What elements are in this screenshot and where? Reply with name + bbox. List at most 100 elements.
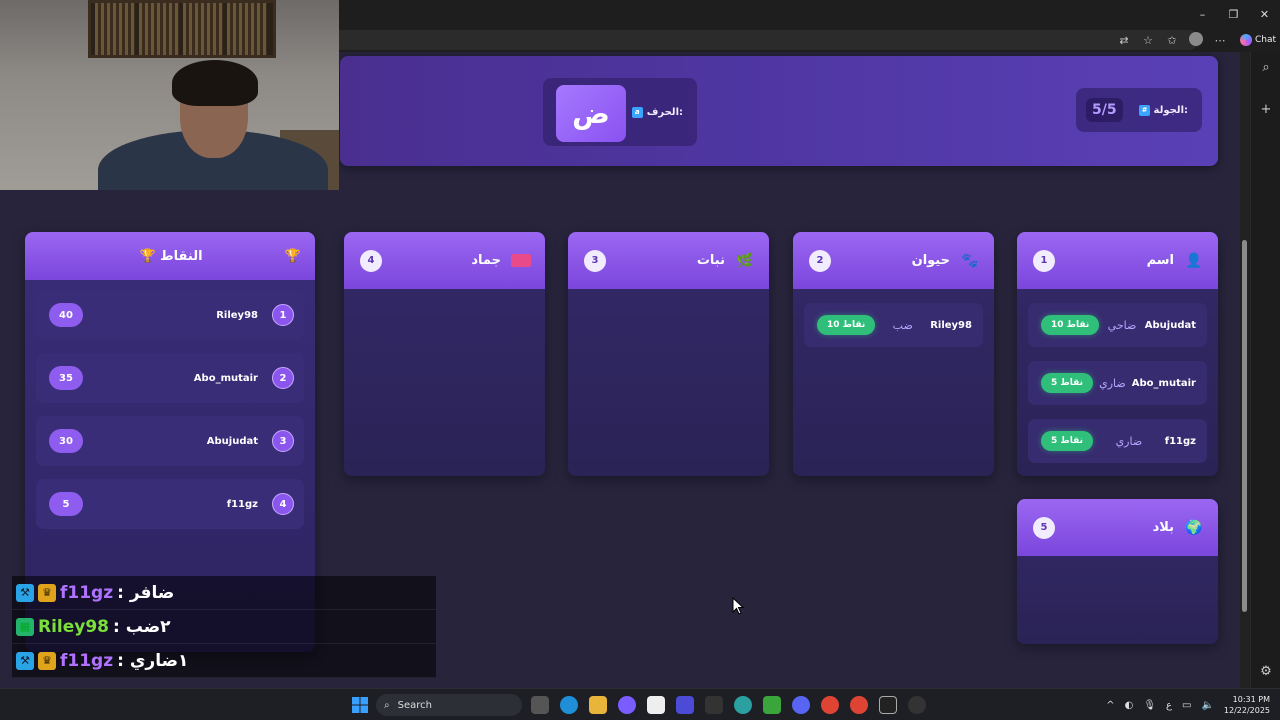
chat-username: Riley98: [38, 616, 110, 637]
clock-date: 12/22/2025: [1223, 706, 1270, 715]
player-name: f11gz: [226, 498, 258, 510]
scrollbar-thumb[interactable]: [1242, 240, 1247, 612]
chat-message: ▦ Riley98 : ٢ضب: [12, 610, 436, 644]
category-number: 4: [360, 249, 382, 272]
points-badge: 10 نقاط: [1041, 315, 1100, 335]
plant-icon: 🌿: [736, 252, 754, 269]
address-bar-icons: ⇄ ☆ ✩ ⋯: [1116, 32, 1228, 49]
player-name: Abujudat: [206, 435, 258, 447]
letter-box: ض a الحرف:: [543, 78, 697, 146]
player-rank: 4: [272, 493, 294, 515]
task-view-icon[interactable]: [531, 696, 549, 714]
category-header: 5 بلاد 🌍: [1017, 499, 1218, 556]
leaderboard-header: 🏆 النقاط 🏆: [25, 232, 315, 280]
category-number: 2: [809, 249, 831, 272]
add-icon[interactable]: +: [1251, 102, 1280, 117]
taskbar-search[interactable]: ⌕ Search: [376, 694, 522, 716]
language-indicator[interactable]: ع: [1166, 700, 1172, 711]
network-icon[interactable]: ▭: [1182, 700, 1191, 711]
answer-word: ضب: [892, 318, 913, 332]
category-number: 1: [1033, 249, 1055, 272]
chat-label: Chat: [1254, 35, 1276, 45]
chat-text: : ٢ضب: [113, 616, 171, 637]
stream-chat-overlay: ⚒ ♛ f11gz : ضافر ▦ Riley98 : ٢ضب ⚒ ♛ f11…: [12, 576, 436, 678]
copilot-app-icon[interactable]: [618, 696, 636, 714]
category-title: حيوان: [911, 253, 950, 268]
letter-label-text: الحرف:: [646, 106, 683, 118]
tray-app-icon[interactable]: ◐: [1125, 700, 1134, 711]
search-icon[interactable]: ⌕: [1251, 60, 1280, 75]
maximize-button[interactable]: ❐: [1218, 0, 1249, 28]
trophy-icon: 🏆: [284, 248, 301, 264]
star-icon[interactable]: ☆: [1140, 34, 1156, 47]
category-title: نبات: [696, 253, 725, 268]
clock-time: 10:31 PM: [1232, 695, 1270, 704]
obs-icon[interactable]: [908, 696, 926, 714]
points-badge: 5 نقاط: [1041, 431, 1093, 451]
close-button[interactable]: ✕: [1249, 0, 1280, 28]
browser-sidebar: ⌕ + ⚙: [1250, 52, 1280, 688]
leaderboard-row: 30 Abujudat 3: [36, 416, 304, 466]
round-banner: ض a الحرف: 5/5 # الجولة:: [340, 56, 1218, 166]
letter-label: a الحرف:: [631, 106, 683, 118]
favorites-icon[interactable]: ✩: [1164, 34, 1180, 47]
leaderboard-row: 5 f11gz 4: [36, 479, 304, 529]
points-badge: 5 نقاط: [1041, 373, 1093, 393]
gear-icon[interactable]: ⚙: [1251, 664, 1280, 679]
answer-word: ضاري: [1099, 376, 1126, 390]
minimize-button[interactable]: –: [1187, 0, 1218, 28]
leaderboard-row: 40 Riley98 1: [36, 290, 304, 340]
player-rank: 3: [272, 430, 294, 452]
translate-icon[interactable]: ⇄: [1116, 34, 1132, 47]
clock[interactable]: 10:31 PM 12/22/2025: [1224, 694, 1270, 716]
answer-player: Abo_mutair: [1131, 377, 1196, 389]
category-card-animal: 2 حيوان 🐾 10 نقاط ضب Riley98: [793, 232, 994, 476]
answer-player: Abujudat: [1144, 319, 1196, 331]
store-icon[interactable]: [647, 696, 665, 714]
player-score: 5: [49, 492, 83, 516]
round-label-text: الجولة:: [1153, 104, 1188, 116]
paw-icon: 🐾: [961, 252, 979, 269]
windows-start-icon[interactable]: [351, 696, 369, 714]
edge-icon[interactable]: [560, 696, 578, 714]
file-explorer-icon[interactable]: [589, 696, 607, 714]
copilot-chat-button[interactable]: Chat: [1239, 31, 1276, 49]
leaderboard-row: 35 Abo_mutair 2: [36, 353, 304, 403]
profile-icon[interactable]: [1188, 32, 1204, 49]
page-scrollbar[interactable]: [1240, 52, 1250, 688]
answer-row: 5 نقاط ضاري Abo_mutair: [1028, 361, 1207, 405]
microphone-icon[interactable]: 🎙: [1143, 700, 1156, 711]
category-title: جماد: [471, 253, 501, 268]
webcam-person-hair: [172, 60, 258, 106]
chat-text: : ١ضاري: [117, 650, 189, 671]
more-icon[interactable]: ⋯: [1212, 34, 1228, 47]
discord-icon[interactable]: [792, 696, 810, 714]
chevron-up-icon[interactable]: ^: [1106, 700, 1114, 711]
volume-icon[interactable]: 🔈: [1201, 700, 1213, 711]
app-icon[interactable]: [734, 696, 752, 714]
number-icon: #: [1138, 104, 1150, 116]
webcam-overlay: [0, 0, 339, 190]
chat-message: ⚒ ♛ f11gz : ضافر: [12, 576, 436, 610]
category-header: 2 حيوان 🐾: [793, 232, 994, 289]
answer-word: ضاحي: [1107, 318, 1137, 332]
category-card-country: 5 بلاد 🌍: [1017, 499, 1218, 644]
app-icon[interactable]: [879, 696, 897, 714]
category-number: 3: [584, 249, 606, 272]
category-title: اسم: [1146, 253, 1174, 268]
answer-row: 5 نقاط ضاري f11gz: [1028, 419, 1207, 463]
player-score: 30: [49, 429, 83, 453]
chrome-icon[interactable]: [850, 696, 868, 714]
address-field[interactable]: [339, 30, 1199, 50]
app-icon[interactable]: [705, 696, 723, 714]
app-icon[interactable]: [676, 696, 694, 714]
chat-username: f11gz: [60, 650, 114, 671]
player-score: 35: [49, 366, 83, 390]
player-name: Riley98: [216, 309, 258, 321]
search-icon: ⌕: [384, 699, 390, 711]
minecraft-icon[interactable]: [763, 696, 781, 714]
chrome-icon[interactable]: [821, 696, 839, 714]
chat-message: ⚒ ♛ f11gz : ١ضاري: [12, 644, 436, 678]
category-card-object: 4 جماد: [344, 232, 545, 476]
answer-row: 10 نقاط ضب Riley98: [804, 303, 983, 347]
